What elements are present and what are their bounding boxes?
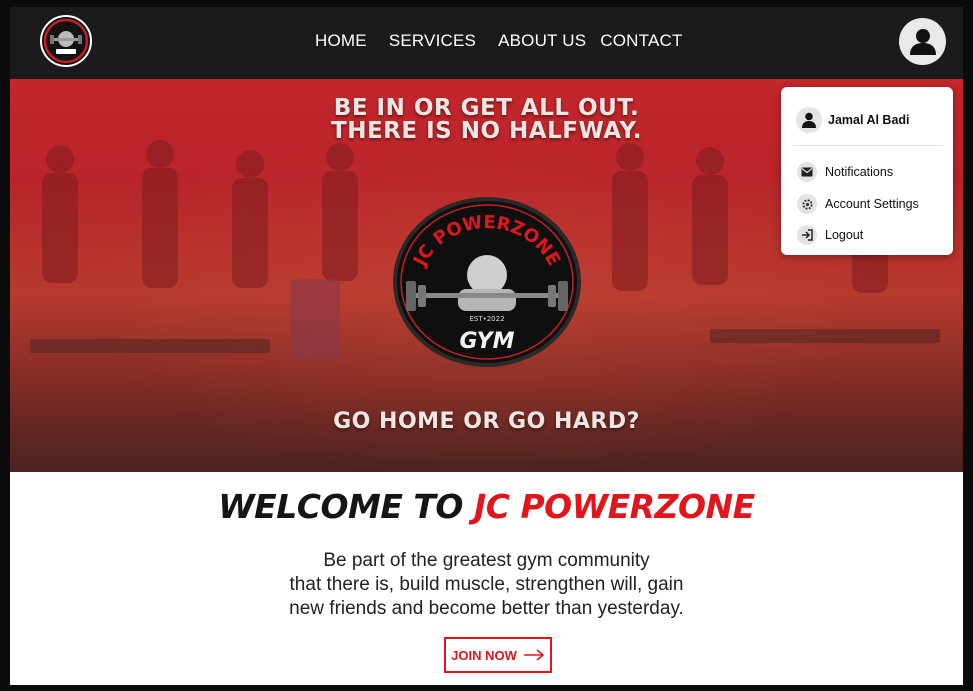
menu-user-header[interactable]: Jamal Al Badi [796,107,910,133]
gym-logo-graphic [43,18,89,64]
nav-contact[interactable]: CONTACT [600,31,682,51]
nav-services[interactable]: SERVICES [389,31,476,51]
mail-icon [797,162,817,182]
hero-tagline-bottom: GO HOME OR GO HARD? [333,409,640,434]
menu-item-label: Notifications [825,165,894,179]
navbar: HOME SERVICES ABOUT US CONTACT [10,7,963,79]
profile-avatar-button[interactable] [899,18,946,65]
menu-divider [793,145,943,146]
gym-logo[interactable] [40,15,92,67]
menu-item-label: Logout [825,228,864,242]
desc-line-2: that there is, build muscle, strengthen … [289,574,684,595]
nav-about-us[interactable]: ABOUT US [498,31,586,51]
user-avatar-icon [796,107,822,133]
user-avatar-icon [909,28,936,55]
welcome-brand: JC POWERZONE [473,487,755,526]
nav-links: HOME SERVICES ABOUT US CONTACT [315,31,705,51]
join-now-button[interactable]: JOIN NOW [444,637,552,673]
welcome-description: Be part of the greatest gym community th… [10,549,963,621]
emblem-est-text: EST•2022 [469,315,504,323]
nav-home[interactable]: HOME [315,31,367,51]
menu-item-notifications[interactable]: Notifications [797,162,893,182]
hero-gym-emblem: JC POWERZONE EST•2022 GYM [393,197,581,367]
welcome-heading: WELCOME TO JC POWERZONE [10,487,963,526]
arrow-right-icon [523,649,545,661]
logout-icon [797,225,817,245]
menu-user-name: Jamal Al Badi [828,113,910,127]
menu-item-logout[interactable]: Logout [797,225,863,245]
welcome-prefix: WELCOME TO [218,487,463,526]
menu-item-label: Account Settings [825,197,919,211]
emblem-gym-text: GYM [460,329,515,354]
desc-line-1: Be part of the greatest gym community [323,550,650,571]
join-now-label: JOIN NOW [451,647,517,663]
gear-icon [797,194,817,214]
menu-item-account-settings[interactable]: Account Settings [797,194,919,214]
desc-line-3: new friends and become better than yeste… [289,598,684,619]
user-dropdown-menu: Jamal Al Badi Notifications Account Sett… [781,87,953,255]
